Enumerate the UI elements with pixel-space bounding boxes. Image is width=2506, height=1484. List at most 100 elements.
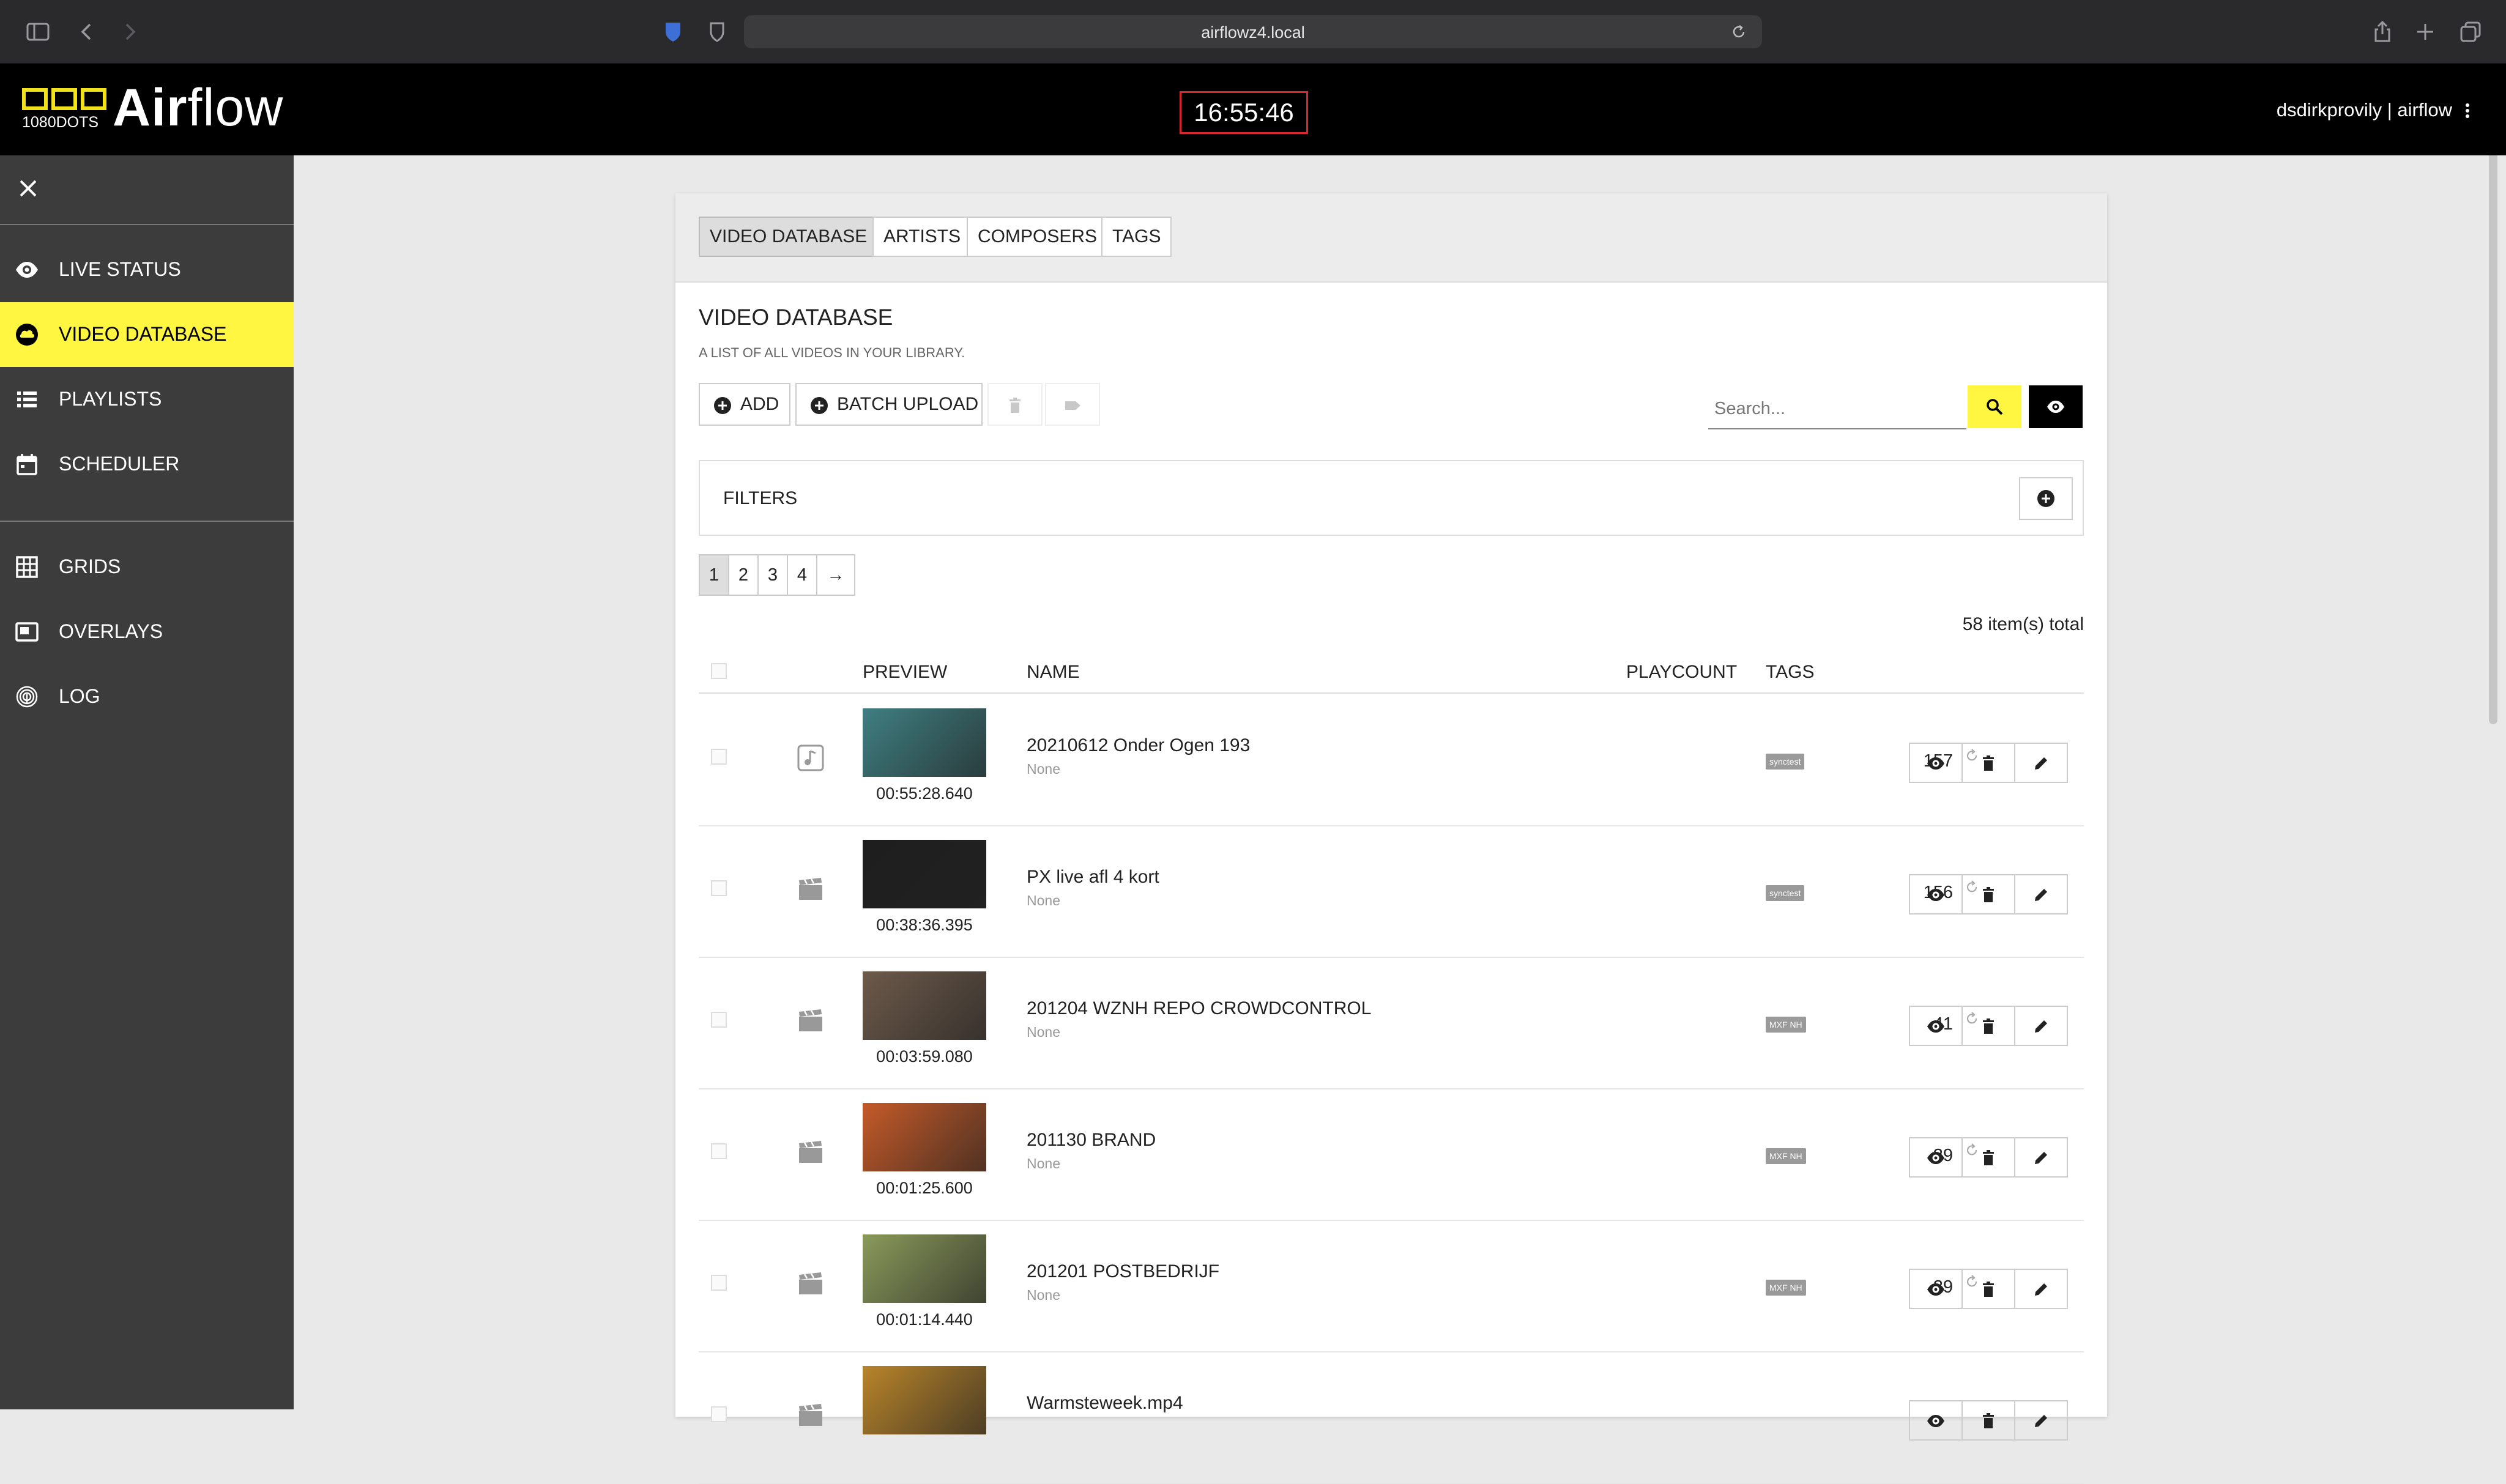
row-checkbox[interactable]: [711, 880, 727, 896]
select-all-checkbox[interactable]: [711, 663, 727, 679]
page-3-button[interactable]: 3: [759, 555, 788, 595]
tab-artists[interactable]: ARTISTS: [872, 217, 972, 257]
video-name[interactable]: Warmsteweek.mp4: [1027, 1393, 1183, 1414]
video-name[interactable]: 20210612 Onder Ogen 193: [1027, 735, 1250, 756]
page-4-button[interactable]: 4: [788, 555, 817, 595]
divider: [0, 224, 294, 225]
video-name[interactable]: 201130 BRAND: [1027, 1130, 1156, 1151]
sidebar-item-live-status[interactable]: LIVE STATUS: [0, 237, 294, 302]
pencil-icon: [2032, 1412, 2050, 1430]
edit-button[interactable]: [2015, 744, 2067, 782]
table-row[interactable]: 00:55:28.640 20210612 Onder Ogen 193 Non…: [699, 695, 2084, 826]
video-thumbnail[interactable]: [863, 1103, 986, 1171]
video-artist: None: [1027, 1156, 1060, 1171]
page-subtitle: A LIST OF ALL VIDEOS IN YOUR LIBRARY.: [699, 345, 965, 360]
sidebar-toggle-icon[interactable]: [26, 20, 50, 44]
kebab-menu-icon[interactable]: [2463, 100, 2472, 121]
search-field[interactable]: Search...: [1708, 387, 1966, 429]
view-button[interactable]: [1910, 1007, 1963, 1045]
view-button[interactable]: [1910, 1138, 1963, 1176]
row-checkbox[interactable]: [711, 1406, 727, 1422]
address-bar[interactable]: airflowz4.local: [744, 15, 1762, 48]
cloud-icon: [15, 322, 39, 347]
delete-button[interactable]: [1963, 1270, 2015, 1308]
next-page-button[interactable]: →: [817, 555, 854, 595]
table-row[interactable]: 00:01:25.600 201130 BRAND None 39 MXF NH: [699, 1089, 2084, 1221]
reload-icon[interactable]: [1730, 23, 1747, 40]
tag-badge[interactable]: synctest: [1766, 754, 1805, 770]
delete-button[interactable]: [1963, 1007, 2015, 1045]
tab-composers[interactable]: COMPOSERS: [967, 217, 1109, 257]
column-preview[interactable]: PREVIEW: [863, 662, 947, 683]
view-button[interactable]: [1910, 1401, 1963, 1439]
video-name[interactable]: PX live afl 4 kort: [1027, 867, 1159, 888]
eye-icon: [15, 258, 39, 282]
video-database-panel: VIDEO DATABASE ARTISTS COMPOSERS TAGS VI…: [675, 193, 2107, 1484]
page-1-button[interactable]: 1: [700, 555, 729, 595]
delete-button[interactable]: [1963, 875, 2015, 913]
toggle-preview-button[interactable]: [2029, 385, 2083, 428]
row-checkbox[interactable]: [711, 749, 727, 765]
tab-video-database[interactable]: VIDEO DATABASE: [699, 217, 879, 257]
video-name[interactable]: 201204 WZNH REPO CROWDCONTROL: [1027, 998, 1371, 1019]
row-checkbox[interactable]: [711, 1012, 727, 1028]
tag-selected-button[interactable]: [1045, 383, 1100, 426]
share-icon[interactable]: [2370, 20, 2395, 44]
column-playcount[interactable]: PLAYCOUNT: [1626, 662, 1737, 683]
view-button[interactable]: [1910, 875, 1963, 913]
add-button[interactable]: ADD: [699, 383, 790, 426]
edit-button[interactable]: [2015, 1270, 2067, 1308]
tag-badge[interactable]: MXF NH: [1766, 1280, 1806, 1296]
edit-button[interactable]: [2015, 1138, 2067, 1176]
bitwarden-shield-icon[interactable]: [661, 20, 685, 44]
app-header: 1080DOTS Airflow 16:55:46 dsdirkprovily …: [0, 64, 2506, 155]
column-tags[interactable]: TAGS: [1766, 662, 1814, 683]
add-filter-button[interactable]: [2019, 477, 2073, 520]
page-scrollbar[interactable]: [2489, 64, 2497, 724]
close-icon[interactable]: [17, 177, 39, 199]
edit-button[interactable]: [2015, 1401, 2067, 1439]
table-row[interactable]: 00:38:36.395 PX live afl 4 kort None 156…: [699, 826, 2084, 958]
sidebar-item-scheduler[interactable]: SCHEDULER: [0, 432, 294, 497]
tag-badge[interactable]: MXF NH: [1766, 1148, 1806, 1164]
tab-overview-icon[interactable]: [2458, 20, 2483, 44]
batch-upload-button[interactable]: BATCH UPLOAD: [795, 383, 983, 426]
row-checkbox[interactable]: [711, 1275, 727, 1291]
app-title: Airflow: [113, 77, 283, 138]
sidebar-item-label: LIVE STATUS: [59, 258, 181, 280]
tag-badge[interactable]: MXF NH: [1766, 1017, 1806, 1033]
view-button[interactable]: [1910, 744, 1963, 782]
video-thumbnail[interactable]: [863, 840, 986, 908]
search-button[interactable]: [1968, 385, 2021, 428]
table-row[interactable]: Warmsteweek.mp4: [699, 1352, 2084, 1484]
sidebar-item-log[interactable]: LOG: [0, 664, 294, 729]
delete-button[interactable]: [1963, 1138, 2015, 1176]
view-button[interactable]: [1910, 1270, 1963, 1308]
delete-button[interactable]: [1963, 744, 2015, 782]
sidebar-item-playlists[interactable]: PLAYLISTS: [0, 367, 294, 432]
table-row[interactable]: 00:03:59.080 201204 WZNH REPO CROWDCONTR…: [699, 958, 2084, 1089]
video-thumbnail[interactable]: [863, 708, 986, 777]
edit-button[interactable]: [2015, 1007, 2067, 1045]
sidebar-item-video-database[interactable]: VIDEO DATABASE: [0, 302, 294, 367]
back-icon[interactable]: [75, 20, 99, 44]
sidebar-item-grids[interactable]: GRIDS: [0, 535, 294, 599]
new-tab-icon[interactable]: [2413, 20, 2437, 44]
edit-button[interactable]: [2015, 875, 2067, 913]
user-menu-label[interactable]: dsdirkprovily | airflow: [2277, 99, 2452, 121]
page-2-button[interactable]: 2: [729, 555, 759, 595]
tag-badge[interactable]: synctest: [1766, 885, 1805, 901]
forward-icon[interactable]: [117, 20, 142, 44]
tab-tags[interactable]: TAGS: [1101, 217, 1172, 257]
video-thumbnail[interactable]: [863, 1366, 986, 1434]
column-name[interactable]: NAME: [1027, 662, 1080, 683]
delete-selected-button[interactable]: [987, 383, 1043, 426]
video-thumbnail[interactable]: [863, 1234, 986, 1303]
video-name[interactable]: 201201 POSTBEDRIJF: [1027, 1261, 1219, 1282]
table-row[interactable]: 00:01:14.440 201201 POSTBEDRIJF None 39 …: [699, 1221, 2084, 1352]
row-checkbox[interactable]: [711, 1143, 727, 1159]
video-thumbnail[interactable]: [863, 971, 986, 1040]
delete-button[interactable]: [1963, 1401, 2015, 1439]
privacy-shield-icon[interactable]: [705, 20, 729, 44]
sidebar-item-overlays[interactable]: OVERLAYS: [0, 599, 294, 664]
